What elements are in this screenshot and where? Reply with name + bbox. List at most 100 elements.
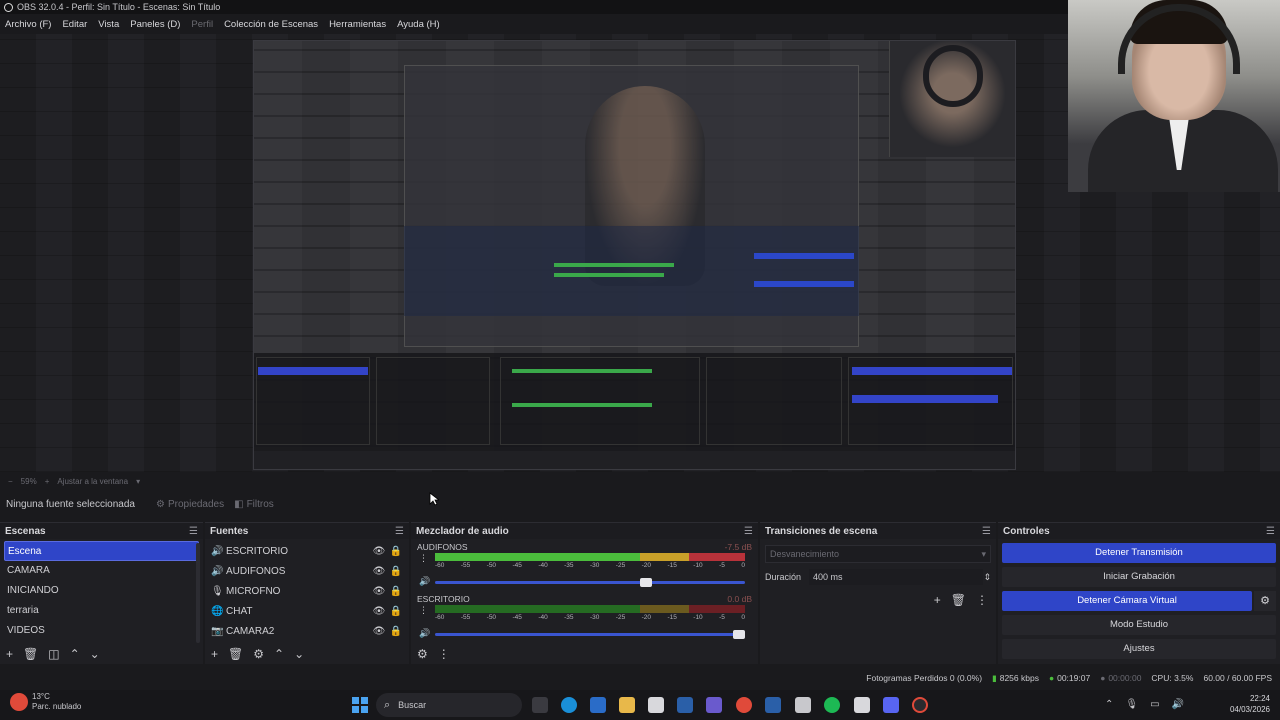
duration-stepper-icon[interactable]: ⇕: [983, 572, 991, 583]
chevron-up-icon[interactable]: ⌃: [1105, 699, 1113, 710]
store-icon[interactable]: [648, 697, 664, 713]
speaker-icon[interactable]: 🔊: [419, 628, 430, 639]
eye-icon[interactable]: 👁: [372, 626, 386, 637]
menu-herramientas[interactable]: Herramientas: [329, 19, 386, 30]
notification-app-icon[interactable]: [795, 697, 811, 713]
microphone-icon[interactable]: 🎙: [1125, 699, 1138, 710]
lock-icon[interactable]: 🔒: [389, 586, 403, 597]
recursive-scene-selected: [258, 367, 368, 375]
scene-item-iniciando[interactable]: INICIANDO: [4, 581, 199, 601]
menu-ayuda[interactable]: Ayuda (H): [397, 19, 440, 30]
source-item-microfno[interactable]: 🎙 MICROFNO 👁 🔒: [205, 581, 409, 601]
menu-coleccion-escenas[interactable]: Colección de Escenas: [224, 19, 318, 30]
zoom-in-button[interactable]: +: [45, 477, 50, 486]
dock-menu-icon[interactable]: ☰: [982, 526, 991, 537]
channel-name: ESCRITORIO: [417, 594, 470, 604]
edge-icon[interactable]: [561, 697, 577, 713]
transition-select[interactable]: Desvanecimiento ▾: [765, 545, 991, 563]
gear-icon[interactable]: ⚙: [1254, 591, 1276, 611]
menu-archivo[interactable]: Archivo (F): [5, 19, 51, 30]
source-item-chat[interactable]: 🌐 CHAT 👁 🔒: [205, 601, 409, 621]
zoom-percent[interactable]: 59%: [21, 477, 37, 486]
scenes-scrollbar[interactable]: [196, 543, 200, 643]
source-item-camara2[interactable]: 📷 CAMARA2 👁 🔒: [205, 621, 409, 641]
lock-icon[interactable]: 🔒: [389, 606, 403, 617]
steam-icon[interactable]: [765, 697, 781, 713]
lock-icon[interactable]: 🔒: [389, 546, 403, 557]
lock-icon[interactable]: 🔒: [389, 566, 403, 577]
add-source-icon[interactable]: +: [211, 647, 218, 661]
eye-icon[interactable]: 👁: [372, 586, 386, 597]
move-up-icon[interactable]: ⌃: [70, 647, 80, 661]
add-transition-icon[interactable]: +: [934, 593, 941, 607]
steam-icon[interactable]: [677, 697, 693, 713]
remove-scene-icon[interactable]: 🗑: [23, 647, 38, 661]
network-icon[interactable]: ▭: [1150, 699, 1159, 710]
outlook-icon[interactable]: [590, 697, 606, 713]
scene-item-videos[interactable]: VIDEOS: [4, 621, 199, 641]
volume-fader[interactable]: [435, 630, 745, 639]
fader-knob[interactable]: [733, 630, 745, 639]
channel-menu-icon[interactable]: ⋮: [419, 553, 428, 564]
studio-mode-button[interactable]: Modo Estudio: [1002, 615, 1276, 635]
transition-menu-icon[interactable]: ⋮: [976, 593, 988, 607]
fader-knob[interactable]: [640, 578, 652, 587]
dock-menu-icon[interactable]: ☰: [1266, 526, 1275, 537]
dock-menu-icon[interactable]: ☰: [744, 526, 753, 537]
eye-icon[interactable]: 👁: [372, 566, 386, 577]
dock-menu-icon[interactable]: ☰: [189, 526, 198, 537]
stop-stream-button[interactable]: Detener Transmisión: [1002, 543, 1276, 563]
volume-icon[interactable]: 🔊: [1172, 699, 1184, 710]
task-view-icon[interactable]: [532, 697, 548, 713]
source-properties-icon[interactable]: ⚙: [253, 647, 264, 661]
settings-button[interactable]: Ajustes: [1002, 639, 1276, 659]
file-explorer-icon[interactable]: [619, 697, 635, 713]
properties-button[interactable]: ⚙ Propiedades: [156, 499, 224, 510]
channel-menu-icon[interactable]: ⋮: [419, 605, 428, 616]
meter-tick-label: 0: [741, 614, 745, 621]
speaker-icon[interactable]: 🔊: [419, 576, 430, 587]
filters-button[interactable]: ◧ Filtros: [234, 499, 274, 510]
start-recording-button[interactable]: Iniciar Grabación: [1002, 567, 1276, 587]
mixer-menu-icon[interactable]: ⋮: [438, 647, 450, 661]
scene-item-terraria[interactable]: terraria: [4, 601, 199, 621]
taskbar-search[interactable]: ⌕ Buscar: [376, 693, 522, 717]
chrome-icon[interactable]: [736, 697, 752, 713]
zoom-fit-label[interactable]: Ajustar a la ventana: [57, 477, 128, 486]
move-down-icon[interactable]: ⌄: [294, 647, 304, 661]
obs-icon[interactable]: [912, 697, 928, 713]
spotify-icon[interactable]: [824, 697, 840, 713]
taskbar-clock[interactable]: 22:24 04/03/2026: [1230, 693, 1270, 715]
remove-source-icon[interactable]: 🗑: [228, 647, 243, 661]
lock-icon[interactable]: 🔒: [389, 626, 403, 637]
zoom-dropdown-icon[interactable]: ▾: [136, 477, 140, 486]
weather-widget[interactable]: 13°C Parc. nublado: [10, 692, 81, 712]
menu-paneles[interactable]: Paneles (D): [130, 19, 180, 30]
volume-fader[interactable]: [435, 578, 745, 587]
source-item-audifonos[interactable]: 🔊 AUDIFONOS 👁 🔒: [205, 561, 409, 581]
menu-vista[interactable]: Vista: [98, 19, 119, 30]
advanced-audio-icon[interactable]: ⚙: [417, 647, 428, 661]
source-item-escritorio[interactable]: 🔊 ESCRITORIO 👁 🔒: [205, 541, 409, 561]
move-down-icon[interactable]: ⌄: [90, 647, 100, 661]
duration-input[interactable]: 400 ms: [809, 569, 984, 585]
windows-start-icon[interactable]: [352, 697, 368, 713]
scene-item-escena[interactable]: Escena: [4, 541, 199, 561]
program-preview[interactable]: [253, 40, 1016, 470]
zoom-out-button[interactable]: −: [8, 477, 13, 486]
menu-perfil[interactable]: Perfil: [191, 19, 213, 30]
scene-filters-icon[interactable]: ◫: [48, 647, 59, 661]
mail-icon[interactable]: [854, 697, 870, 713]
discord-icon[interactable]: [883, 697, 899, 713]
remove-transition-icon[interactable]: 🗑: [951, 593, 966, 607]
teams-icon[interactable]: [706, 697, 722, 713]
eye-icon[interactable]: 👁: [372, 606, 386, 617]
scene-item-camara[interactable]: CAMARA: [4, 561, 199, 581]
dock-menu-icon[interactable]: ☰: [395, 526, 404, 537]
add-scene-icon[interactable]: +: [6, 647, 13, 661]
eye-icon[interactable]: 👁: [372, 546, 386, 557]
stop-virtual-camera-button[interactable]: Detener Cámara Virtual: [1002, 591, 1252, 611]
menu-editar[interactable]: Editar: [62, 19, 87, 30]
no-source-label: Ninguna fuente seleccionada: [6, 498, 135, 510]
move-up-icon[interactable]: ⌃: [274, 647, 284, 661]
